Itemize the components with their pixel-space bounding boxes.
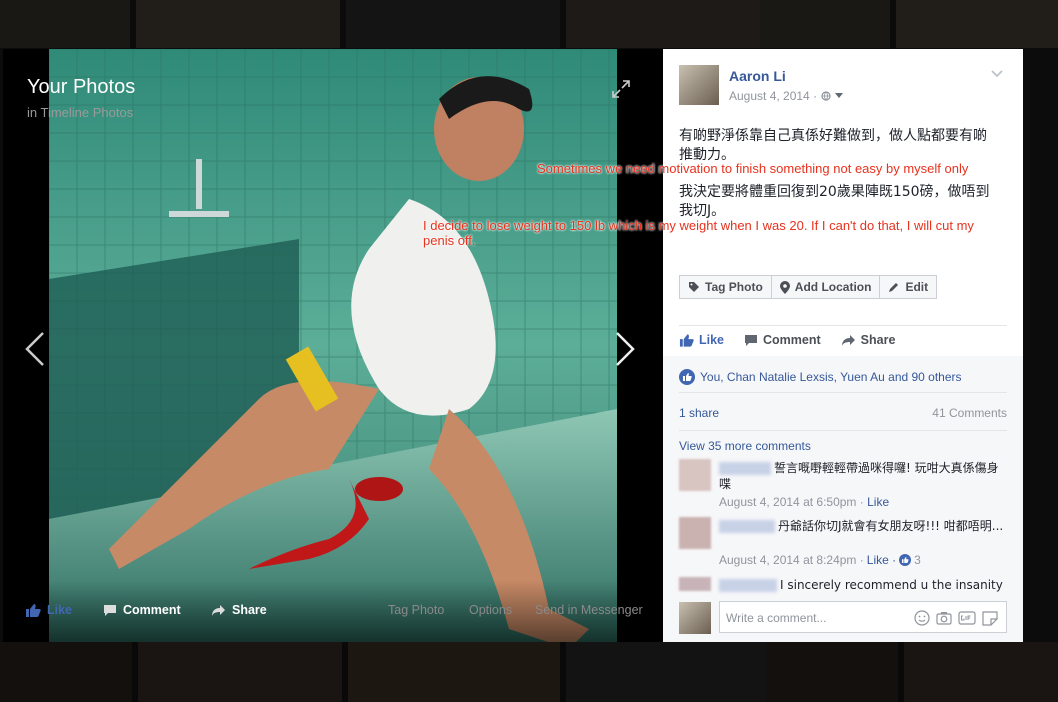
comment-icon (745, 334, 758, 346)
post-date: August 4, 2014 · (729, 89, 844, 103)
comment-input[interactable]: Write a comment... (719, 601, 1007, 633)
next-photo-arrow-icon[interactable] (613, 329, 637, 369)
translation-annotation-1: Sometimes we need motivation to finish s… (537, 161, 969, 176)
post-panel: Aaron Li August 4, 2014 · 有啲野淨係靠自己真係好難做到… (663, 49, 1023, 642)
viewer-send-messenger-link[interactable]: Send in Messenger (535, 603, 643, 617)
viewer-like-button[interactable]: Like (25, 603, 72, 617)
viewer-tag-photo-link[interactable]: Tag Photo (388, 603, 444, 617)
comment-composer: Write a comment... (663, 599, 1023, 642)
comment-item: 丹爺話你切J就會有女朋友呀!!! 咁都唔明... (719, 518, 1004, 534)
comments-count[interactable]: 41 Comments (932, 406, 1007, 420)
photo-actions: Tag Photo Add Location Edit (679, 275, 938, 299)
comment-label: Comment (763, 333, 821, 347)
commenter-avatar[interactable] (679, 517, 711, 549)
camera-icon[interactable] (936, 610, 952, 626)
comment-item: I sincerely recommend u the insanity (719, 577, 1004, 593)
add-location-label: Add Location (794, 280, 872, 294)
comment-time[interactable]: August 4, 2014 at 8:24pm · (719, 553, 864, 567)
emoji-icon[interactable] (914, 610, 930, 626)
post-text-paragraph-2: 我決定要將體重回復到20歲果陣既150磅，做唔到我切J。 (679, 184, 990, 219)
divider (679, 325, 1007, 326)
pencil-icon (889, 283, 899, 292)
comment-icon (104, 604, 116, 616)
previous-photo-arrow-icon[interactable] (23, 329, 47, 369)
post-text-paragraph-1: 有啲野淨係靠自己真係好難做到，做人點都要有啲推動力。 (679, 128, 987, 163)
comment-item: 誓言嘅嘢輕輕帶過咪得囉! 玩咁大真係傷身喋 (719, 460, 1004, 492)
comment-meta: August 4, 2014 at 8:24pm · Like · 3 (719, 553, 921, 567)
post-action-bar: Like Comment Share (679, 333, 895, 347)
comment-input-placeholder: Write a comment... (726, 611, 827, 625)
comment-like-link[interactable]: Like (867, 495, 889, 509)
commenter-avatar[interactable] (679, 577, 711, 591)
current-user-avatar (679, 602, 711, 634)
translation-annotation-2: I decide to lose weight to 150 lb which … (423, 218, 974, 233)
tag-icon (689, 282, 699, 292)
divider (679, 392, 1007, 393)
viewer-comment-button[interactable]: Comment (103, 603, 181, 617)
edit-button[interactable]: Edit (879, 275, 938, 299)
photo (49, 49, 617, 642)
comment-like-link[interactable]: Like · (867, 553, 896, 567)
globe-icon (821, 91, 831, 101)
tag-photo-button[interactable]: Tag Photo (679, 275, 772, 299)
edit-label: Edit (905, 280, 929, 294)
comment-button[interactable]: Comment (744, 333, 821, 347)
viewer-share-button[interactable]: Share (211, 603, 267, 617)
location-pin-icon (779, 280, 790, 294)
photo-viewer: Your Photos in Timeline Photos Like Comm… (3, 49, 663, 642)
commenter-name-redacted[interactable] (719, 462, 771, 475)
viewer-like-label: Like (47, 603, 73, 617)
shares-count[interactable]: 1 share (679, 406, 719, 420)
share-icon (841, 334, 855, 346)
author-avatar[interactable] (679, 65, 719, 105)
likes-text: You, Chan Natalie Lexsis, Yuen Au and 90… (700, 370, 962, 384)
author-name[interactable]: Aaron Li (729, 68, 786, 84)
comment-text: 丹爺話你切J就會有女朋友呀!!! 咁都唔明... (778, 519, 1004, 533)
comment-text: I sincerely recommend u the insanity (780, 578, 1003, 592)
comment-time[interactable]: August 4, 2014 at 6:50pm · (719, 495, 864, 509)
thumbs-up-icon (679, 334, 694, 347)
gif-icon[interactable] (958, 610, 976, 626)
share-label: Share (860, 333, 896, 347)
view-more-comments-link[interactable]: View 35 more comments (679, 439, 811, 453)
composer-tools (914, 610, 998, 626)
sticker-icon[interactable] (982, 610, 998, 626)
like-label: Like (699, 333, 725, 347)
commenter-name-redacted[interactable] (719, 579, 777, 592)
thumbs-up-icon (26, 604, 41, 617)
viewer-options-link[interactable]: Options (469, 603, 512, 617)
like-button[interactable]: Like (679, 333, 724, 347)
add-location-button[interactable]: Add Location (770, 275, 881, 299)
audience-dropdown-icon[interactable] (835, 93, 844, 99)
viewer-comment-label: Comment (123, 603, 181, 617)
comment-like-count[interactable]: 3 (914, 553, 921, 567)
viewer-album[interactable]: in Timeline Photos (27, 105, 133, 120)
divider (679, 430, 1007, 431)
tag-photo-label: Tag Photo (705, 280, 763, 294)
likes-summary[interactable]: You, Chan Natalie Lexsis, Yuen Au and 90… (679, 369, 962, 385)
like-reaction-icon (679, 369, 695, 385)
fullscreen-icon[interactable] (611, 79, 631, 99)
post-date-text[interactable]: August 4, 2014 · (729, 89, 817, 103)
like-reaction-icon (899, 554, 912, 566)
viewer-share-label: Share (232, 603, 267, 617)
share-button[interactable]: Share (841, 333, 896, 347)
comment-meta: August 4, 2014 at 6:50pm · Like (719, 495, 889, 509)
translation-annotation-2-continued: penis off. (423, 233, 476, 248)
post-options-chevron-icon[interactable] (990, 69, 1004, 79)
commenter-name-redacted[interactable] (719, 520, 775, 533)
commenter-avatar[interactable] (679, 459, 711, 491)
share-icon (212, 604, 225, 616)
viewer-title[interactable]: Your Photos (27, 76, 135, 99)
